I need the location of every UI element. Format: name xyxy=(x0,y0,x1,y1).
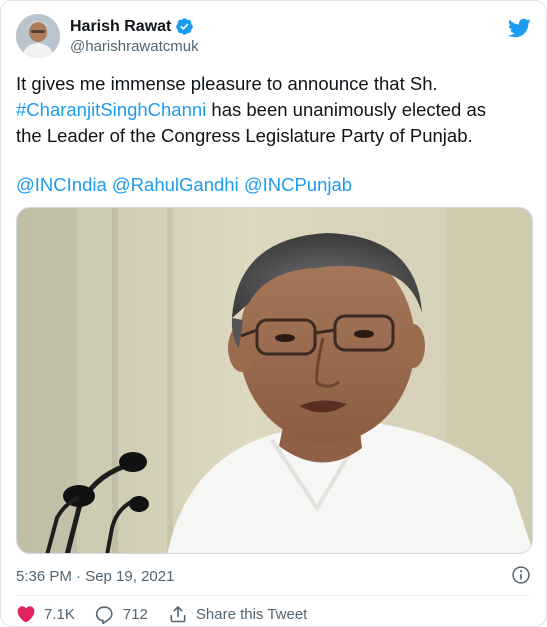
reply-bubble-icon xyxy=(95,606,113,624)
hashtag-link[interactable]: #CharanjitSinghChanni xyxy=(16,99,206,120)
tweet-timestamp[interactable]: 5:36 PM · Sep 19, 2021 xyxy=(16,568,174,585)
like-button[interactable]: 7.1K xyxy=(16,604,75,624)
mentions-row: @INCIndia @RahulGandhi @INCPunjab xyxy=(16,172,352,198)
author-name[interactable]: Harish Rawat xyxy=(70,18,171,36)
author-row: Harish Rawat xyxy=(70,17,194,36)
verified-badge-icon xyxy=(176,18,194,35)
tweet-line-3: the Leader of the Congress Legislature P… xyxy=(16,125,473,146)
tweet-photo[interactable] xyxy=(16,207,533,554)
mention-link-rahulgandhi[interactable]: @RahulGandhi xyxy=(112,174,239,195)
share-label: Share this Tweet xyxy=(195,605,308,623)
tweet-line-2: #CharanjitSinghChanni has been unanimous… xyxy=(16,97,536,123)
avatar[interactable] xyxy=(16,14,60,58)
tweet-card: Harish Rawat @harishrawatcmuk It gives m… xyxy=(0,0,547,627)
share-button[interactable]: Share this Tweet xyxy=(168,604,307,624)
like-count: 7.1K xyxy=(44,605,75,623)
speaker-photo-image xyxy=(17,208,532,553)
tweet-actions: 7.1K 712 Share this Tweet xyxy=(16,604,327,624)
reply-button[interactable]: 712 xyxy=(95,604,148,624)
twitter-bird-icon[interactable] xyxy=(507,16,531,40)
mention-link-incindia[interactable]: @INCIndia xyxy=(16,174,107,195)
tweet-line-1: It gives me immense pleasure to announce… xyxy=(16,73,438,94)
share-upload-icon xyxy=(170,606,186,623)
heart-icon xyxy=(17,606,35,623)
info-icon[interactable] xyxy=(511,565,531,585)
reply-count: 712 xyxy=(122,605,148,623)
tweet-line-2-text: has been unanimously elected as xyxy=(206,99,487,120)
author-handle[interactable]: @harishrawatcmuk xyxy=(70,38,199,55)
tweet-body: It gives me immense pleasure to announce… xyxy=(16,71,536,149)
divider xyxy=(16,595,531,596)
mention-link-incpunjab[interactable]: @INCPunjab xyxy=(244,174,352,195)
